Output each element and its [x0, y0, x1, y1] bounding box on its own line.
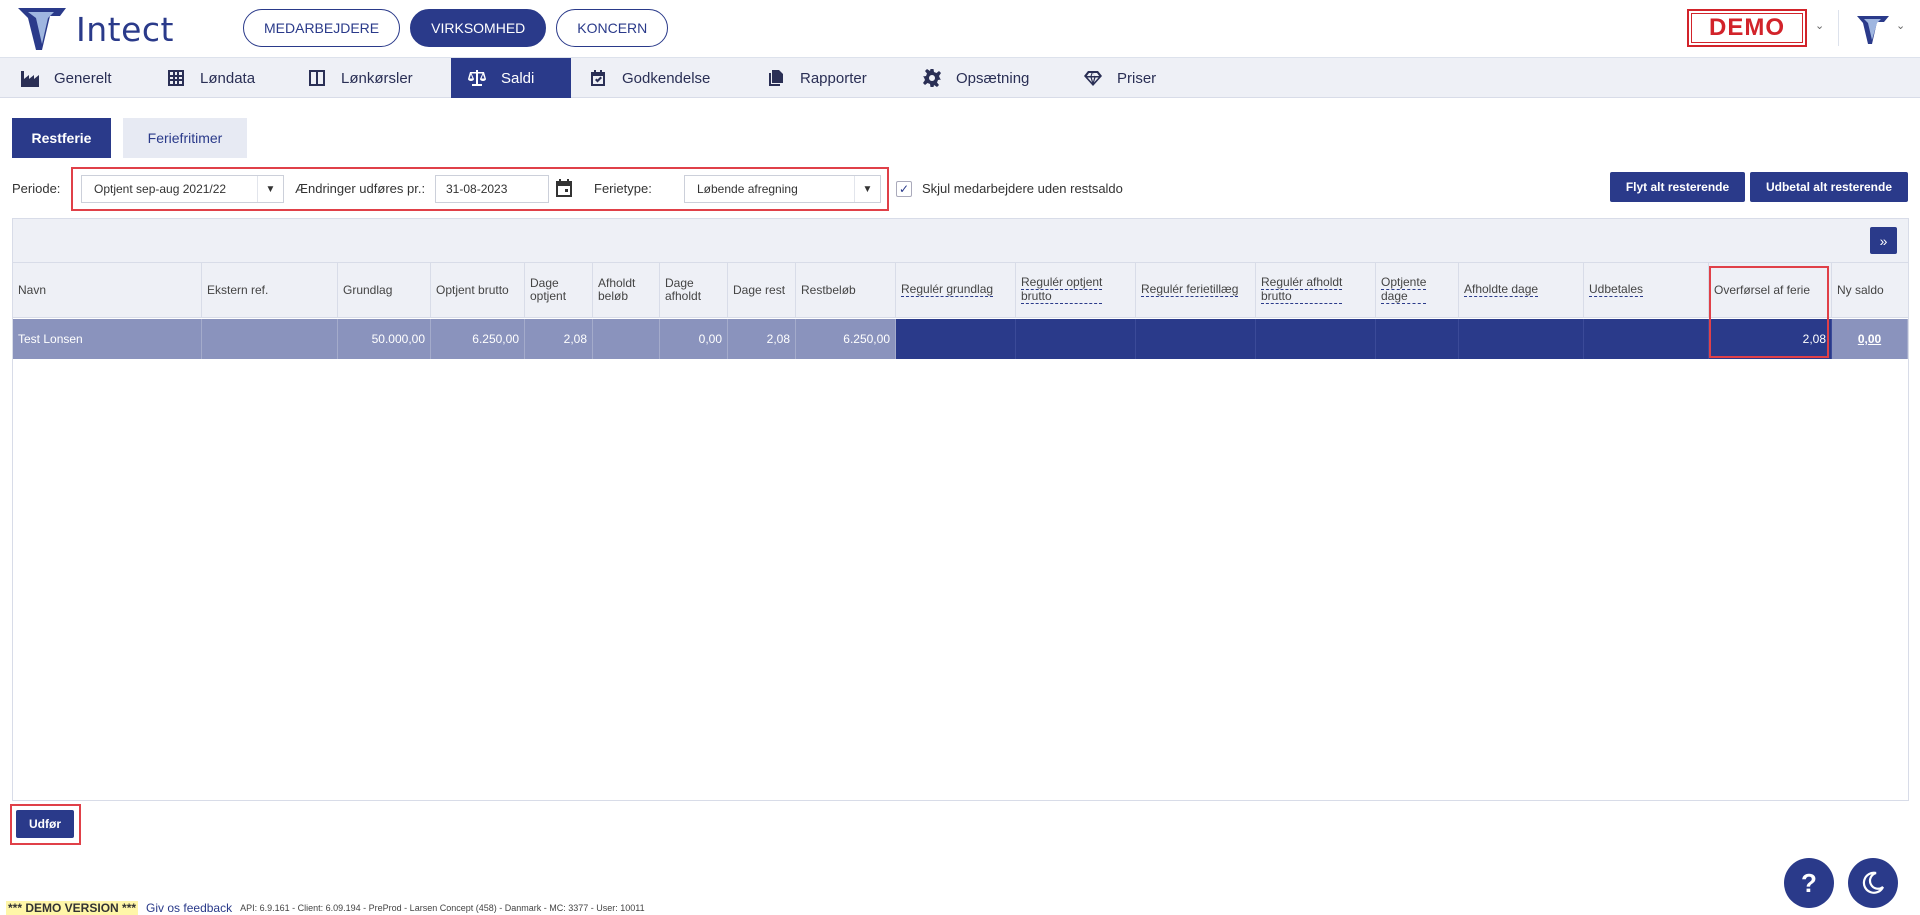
divider — [1838, 10, 1839, 46]
columns-icon — [309, 70, 325, 86]
cell-afholdte-dage[interactable] — [1459, 319, 1584, 359]
topnav-koncern[interactable]: KONCERN — [556, 9, 669, 47]
overforsel-highlight — [1709, 266, 1829, 358]
checkmark-icon: ✓ — [898, 182, 910, 196]
chevron-down-icon[interactable]: ⌄ — [1896, 19, 1905, 32]
cell-navn[interactable]: Test Lonsen — [13, 319, 202, 359]
app-logo[interactable]: Intect — [14, 4, 174, 54]
col-ny-saldo[interactable]: Ny saldo — [1832, 263, 1908, 318]
col-restbelob[interactable]: Restbeløb — [796, 263, 896, 318]
balance-grid: » Navn Ekstern ref. Grundlag Optjent bru… — [12, 218, 1909, 801]
ferietype-label: Ferietype: — [594, 181, 652, 196]
top-bar: Intect MEDARBEJDERE VIRKSOMHED KONCERN D… — [0, 0, 1920, 58]
moon-icon — [1862, 871, 1884, 894]
tab-saldi[interactable]: Saldi — [451, 58, 571, 98]
scale-icon — [468, 70, 486, 86]
move-all-remaining-button[interactable]: Flyt alt resterende — [1610, 172, 1745, 202]
changes-date-input[interactable]: 31-08-2023 — [435, 175, 549, 203]
cell-reguler-afholdt-brutto[interactable] — [1256, 319, 1376, 359]
topnav-virksomhed[interactable]: VIRKSOMHED — [410, 9, 547, 47]
col-optjent-brutto[interactable]: Optjent brutto — [431, 263, 525, 318]
footer: *** DEMO VERSION *** Giv os feedback API… — [6, 901, 645, 915]
app-name: Intect — [76, 9, 174, 49]
cell-afholdt-belob[interactable] — [593, 319, 660, 359]
feedback-link[interactable]: Giv os feedback — [146, 901, 232, 915]
changes-date-label: Ændringer udføres pr.: — [295, 181, 426, 196]
col-reguler-optjent-brutto[interactable]: Regulér optjent brutto — [1016, 263, 1136, 318]
tab-londata[interactable]: Løndata — [150, 58, 271, 98]
cell-udbetales[interactable] — [1584, 319, 1709, 359]
cell-optjente-dage[interactable] — [1376, 319, 1459, 359]
theme-toggle-button[interactable] — [1848, 858, 1898, 908]
demo-badge-label: DEMO — [1691, 13, 1803, 43]
periode-label: Periode: — [12, 181, 61, 196]
tab-opsaetning[interactable]: Opsætning — [906, 58, 1045, 98]
factory-icon — [21, 71, 39, 87]
tab-rapporter[interactable]: Rapporter — [750, 58, 883, 98]
col-dage-afholdt[interactable]: Dage afholdt — [660, 263, 728, 318]
cell-restbelob[interactable]: 6.250,00 — [796, 319, 896, 359]
calendar-icon[interactable] — [553, 177, 575, 199]
col-afholdte-dage[interactable]: Afholdte dage — [1459, 263, 1584, 318]
section-tabs: Generelt Løndata Lønkørsler Saldi Godken… — [0, 58, 1920, 98]
col-afholdt-belob[interactable]: Afholdt beløb — [593, 263, 660, 318]
cell-ekstern-ref[interactable] — [202, 319, 338, 359]
tab-priser[interactable]: Priser — [1067, 58, 1172, 98]
top-nav: MEDARBEJDERE VIRKSOMHED KONCERN — [243, 9, 669, 47]
hide-zero-checkbox[interactable]: ✓ — [896, 181, 912, 197]
expand-columns-button[interactable]: » — [1870, 227, 1897, 254]
cell-optjent-brutto[interactable]: 6.250,00 — [431, 319, 525, 359]
gear-icon — [923, 69, 941, 87]
documents-icon — [769, 70, 783, 86]
periode-select[interactable]: Optjent sep-aug 2021/22 ▼ — [81, 175, 284, 203]
col-reguler-grundlag[interactable]: Regulér grundlag — [896, 263, 1016, 318]
execute-button[interactable]: Udfør — [16, 810, 74, 838]
cell-grundlag[interactable]: 50.000,00 — [338, 319, 431, 359]
topnav-medarbejdere[interactable]: MEDARBEJDERE — [243, 9, 401, 47]
caret-down-icon: ▼ — [257, 176, 283, 202]
col-reguler-afholdt-brutto[interactable]: Regulér afholdt brutto — [1256, 263, 1376, 318]
col-reguler-ferietillaeg[interactable]: Regulér ferietillæg — [1136, 263, 1256, 318]
col-dage-optjent[interactable]: Dage optjent — [525, 263, 593, 318]
calendar-check-icon — [591, 70, 605, 86]
demo-badge[interactable]: DEMO — [1687, 9, 1807, 47]
cell-reguler-optjent-brutto[interactable] — [1016, 319, 1136, 359]
cell-dage-rest[interactable]: 2,08 — [728, 319, 796, 359]
col-udbetales[interactable]: Udbetales — [1584, 263, 1709, 318]
cell-reguler-grundlag[interactable] — [896, 319, 1016, 359]
ferietype-select[interactable]: Løbende afregning ▼ — [684, 175, 881, 203]
table-grid-icon — [168, 70, 184, 86]
cell-dage-afholdt[interactable]: 0,00 — [660, 319, 728, 359]
user-menu-logo-icon[interactable] — [1853, 10, 1893, 48]
cell-reguler-ferietillaeg[interactable] — [1136, 319, 1256, 359]
col-ekstern-ref[interactable]: Ekstern ref. — [202, 263, 338, 318]
cell-dage-optjent[interactable]: 2,08 — [525, 319, 593, 359]
tab-godkendelse[interactable]: Godkendelse — [572, 58, 726, 98]
col-optjente-dage[interactable]: Optjente dage — [1376, 263, 1459, 318]
col-dage-rest[interactable]: Dage rest — [728, 263, 796, 318]
intect-logo-icon — [18, 8, 66, 50]
col-navn[interactable]: Navn — [13, 263, 202, 318]
diamond-icon — [1084, 71, 1102, 86]
demo-version-label: *** DEMO VERSION *** — [6, 901, 139, 915]
help-button[interactable]: ? — [1784, 858, 1834, 908]
grid-toolbar: » — [13, 219, 1908, 263]
col-grundlag[interactable]: Grundlag — [338, 263, 431, 318]
tab-generelt[interactable]: Generelt — [4, 58, 128, 98]
caret-down-icon: ▼ — [854, 176, 880, 202]
tab-lonkorsler[interactable]: Lønkørsler — [291, 58, 429, 98]
subtab-feriefritimer[interactable]: Feriefritimer — [123, 118, 247, 158]
cell-ny-saldo[interactable]: 0,00 — [1832, 319, 1908, 359]
pay-all-remaining-button[interactable]: Udbetal alt resterende — [1750, 172, 1908, 202]
chevron-down-icon[interactable]: ⌄ — [1815, 19, 1824, 32]
version-meta: API: 6.9.161 - Client: 6.09.194 - PrePro… — [240, 903, 645, 913]
subtab-restferie[interactable]: Restferie — [12, 118, 111, 158]
hide-zero-label: Skjul medarbejdere uden restsaldo — [922, 181, 1123, 196]
